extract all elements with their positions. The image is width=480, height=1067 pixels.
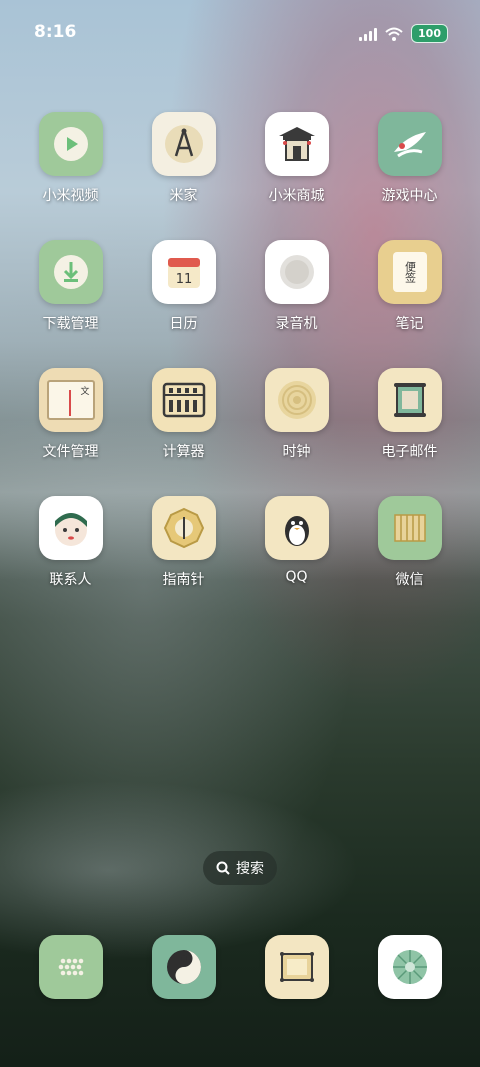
app-label: QQ — [285, 569, 308, 585]
lotus-leaf-icon — [377, 935, 442, 999]
app-email[interactable]: 电子邮件 — [353, 368, 466, 461]
dock-app-camera[interactable] — [353, 935, 466, 999]
dock-app-browser[interactable] — [240, 935, 353, 999]
app-label: 日历 — [169, 316, 198, 332]
compass-tool-icon — [151, 112, 216, 176]
notes-icon: 便签 — [377, 240, 442, 304]
app-notes[interactable]: 便签 笔记 — [353, 240, 466, 333]
app-clock[interactable]: 时钟 — [240, 368, 353, 461]
app-label: 米家 — [169, 188, 198, 204]
app-compass[interactable]: 指南针 — [127, 496, 240, 589]
app-calendar[interactable]: 11 日历 — [127, 240, 240, 333]
abacus-icon — [151, 368, 216, 432]
app-xiaomi-video[interactable]: 小米视频 — [14, 112, 127, 205]
calendar-day: 11 — [175, 272, 192, 287]
status-icons: 100 — [359, 24, 448, 43]
app-label: 电子邮件 — [381, 444, 438, 460]
opera-face-icon — [38, 496, 103, 560]
search-label: 搜索 — [236, 861, 264, 877]
app-qq[interactable]: QQ — [240, 496, 353, 589]
search-button[interactable]: 搜索 — [203, 851, 277, 885]
app-file-manager[interactable]: 文 文件管理 — [14, 368, 127, 461]
bamboo-scroll-icon — [377, 496, 442, 560]
recorder-icon — [264, 240, 329, 304]
app-label: 指南针 — [162, 572, 205, 588]
battery-indicator: 100 — [411, 24, 448, 43]
app-label: 微信 — [395, 572, 424, 588]
app-grid: 小米视频 米家 小米商城 游戏中心 下载管理 11 日历 录音机 便签 笔记 文… — [14, 112, 466, 589]
pavilion-shop-icon — [264, 112, 329, 176]
notes-paper: 便签 — [392, 252, 427, 292]
app-wechat[interactable]: 微信 — [353, 496, 466, 589]
app-label: 小米商城 — [268, 188, 325, 204]
app-label: 小米视频 — [42, 188, 99, 204]
penguin-icon — [264, 496, 329, 560]
wallpaper-lake — [0, 780, 360, 960]
app-label: 游戏中心 — [381, 188, 438, 204]
app-game-center[interactable]: 游戏中心 — [353, 112, 466, 205]
app-xiaomi-store[interactable]: 小米商城 — [240, 112, 353, 205]
app-mijia[interactable]: 米家 — [127, 112, 240, 205]
app-download-manager[interactable]: 下载管理 — [14, 240, 127, 333]
app-calculator[interactable]: 计算器 — [127, 368, 240, 461]
status-bar: 8:16 100 — [0, 0, 480, 64]
app-label: 计算器 — [162, 444, 205, 460]
scroll-frame-icon — [264, 935, 329, 999]
yin-yang-icon — [151, 935, 216, 999]
crane-bird-icon — [377, 112, 442, 176]
app-recorder[interactable]: 录音机 — [240, 240, 353, 333]
search-icon — [216, 861, 230, 875]
app-label: 联系人 — [49, 572, 92, 588]
video-play-icon — [38, 112, 103, 176]
download-icon — [38, 240, 103, 304]
app-label: 录音机 — [275, 316, 318, 332]
status-time: 8:16 — [34, 22, 77, 42]
dock-app-messages[interactable] — [127, 935, 240, 999]
dock-app-phone[interactable] — [14, 935, 127, 999]
compass-icon — [151, 496, 216, 560]
calendar-icon: 11 — [151, 240, 216, 304]
app-contacts[interactable]: 联系人 — [14, 496, 127, 589]
app-label: 文件管理 — [42, 444, 99, 460]
app-label: 下载管理 — [42, 316, 99, 332]
file-scroll-icon: 文 — [38, 368, 103, 432]
signal-icon — [359, 27, 378, 41]
app-label: 时钟 — [282, 444, 311, 460]
dots-phone-icon — [38, 935, 103, 999]
scroll-mail-icon — [377, 368, 442, 432]
dock — [14, 935, 466, 999]
file-glyph: 文 — [80, 387, 90, 397]
wifi-icon — [385, 27, 403, 41]
app-label: 笔记 — [395, 316, 424, 332]
clock-icon — [264, 368, 329, 432]
home-screen: 8:16 100 小米视频 米家 小米商城 游戏中心 下载管理 11 日历 录音… — [0, 0, 480, 1067]
